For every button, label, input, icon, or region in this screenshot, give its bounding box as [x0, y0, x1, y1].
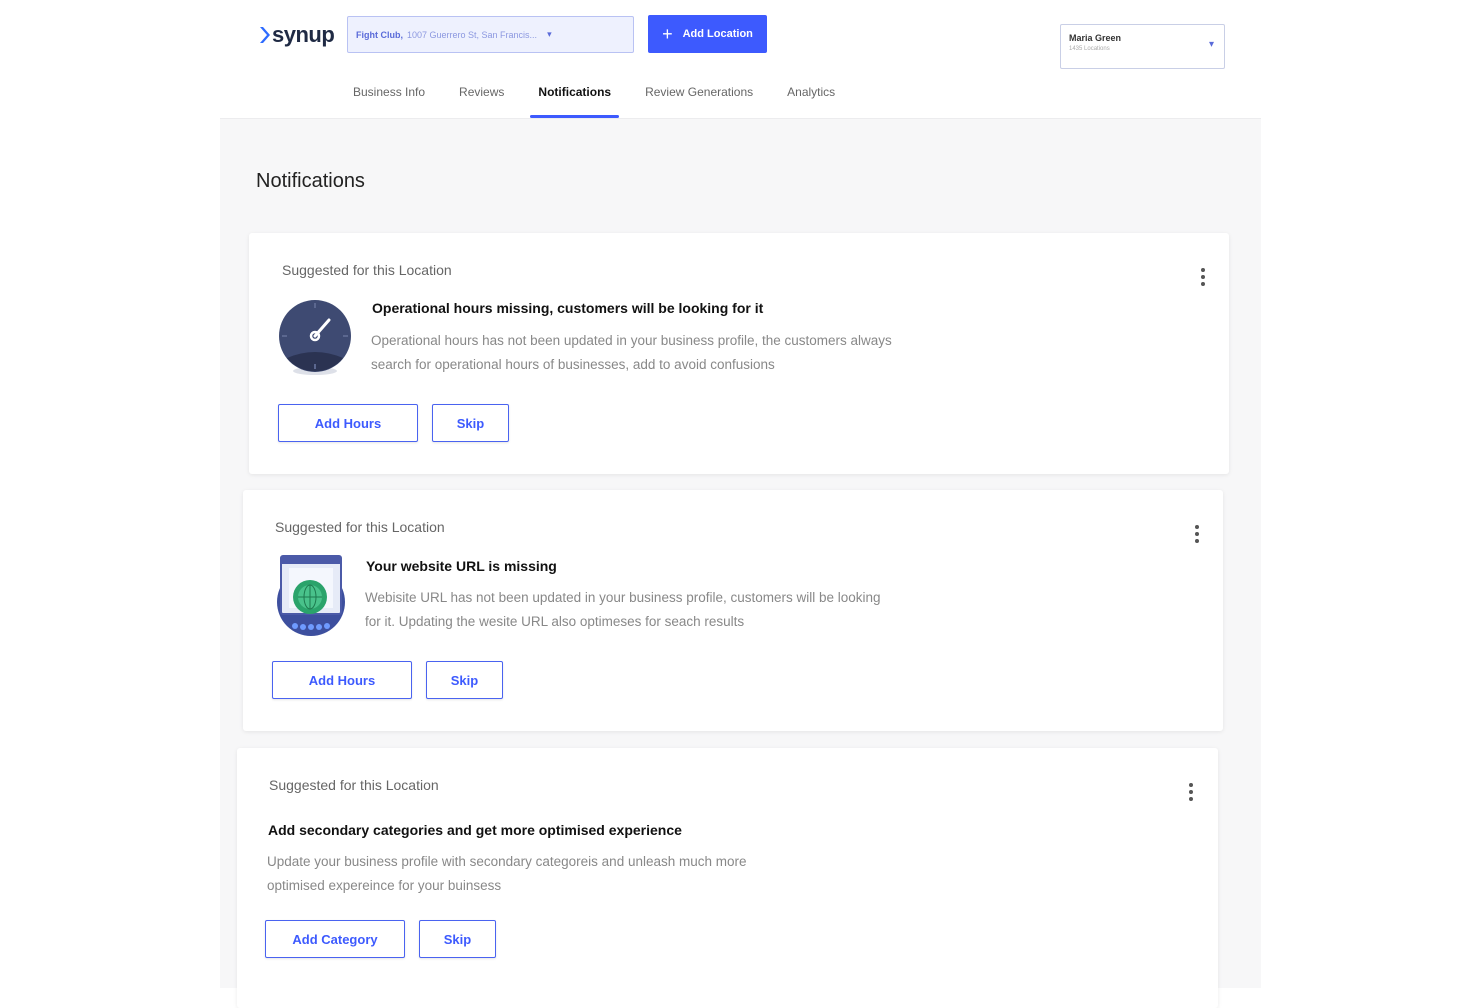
card-description-line-1: Update your business profile with second…: [267, 854, 747, 869]
card-label: Suggested for this Location: [269, 777, 439, 793]
card-label: Suggested for this Location: [275, 519, 445, 535]
chevron-down-icon: ▾: [547, 29, 552, 39]
tab-notifications[interactable]: Notifications: [521, 80, 628, 118]
add-location-label: Add Location: [682, 28, 753, 40]
user-menu[interactable]: Maria Green 1435 Locations ▾: [1060, 24, 1225, 69]
add-hours-button[interactable]: Add Hours: [272, 661, 412, 699]
synup-logo-mark-icon: [258, 24, 270, 46]
location-selector[interactable]: Fight Club, 1007 Guerrero St, San Franci…: [347, 16, 634, 53]
synup-logo[interactable]: synup: [258, 20, 335, 50]
more-options-icon[interactable]: [1188, 783, 1194, 801]
notification-card: Suggested for this Location Your website…: [243, 490, 1223, 731]
skip-button[interactable]: Skip: [426, 661, 503, 699]
plus-icon: +: [662, 24, 673, 44]
tab-analytics[interactable]: Analytics: [770, 80, 852, 118]
card-title: Add secondary categories and get more op…: [268, 822, 682, 838]
tab-business-info[interactable]: Business Info: [336, 80, 442, 118]
card-label: Suggested for this Location: [282, 262, 452, 278]
card-title: Operational hours missing, customers wil…: [372, 300, 764, 316]
nav-tabs: Business Info Reviews Notifications Revi…: [336, 80, 852, 118]
card-description-line-1: Operational hours has not been updated i…: [371, 333, 892, 348]
website-globe-icon: [275, 554, 347, 643]
location-name: Fight Club,: [356, 29, 403, 40]
more-options-icon[interactable]: [1200, 268, 1206, 286]
user-name: Maria Green: [1069, 33, 1122, 43]
skip-button[interactable]: Skip: [432, 404, 509, 442]
notification-card: Suggested for this Location Operational …: [249, 233, 1229, 474]
logo-text: synup: [272, 22, 335, 47]
tab-review-generations[interactable]: Review Generations: [628, 80, 770, 118]
card-description-line-2: for it. Updating the wesite URL also opt…: [365, 614, 745, 629]
card-description-line-2: optimised expereince for your buinsess: [267, 878, 502, 893]
card-description-line-2: search for operational hours of business…: [371, 357, 775, 372]
user-subtitle: 1435 Locations: [1069, 46, 1110, 52]
notification-card: Suggested for this Location Add secondar…: [237, 748, 1218, 1008]
add-location-button[interactable]: + Add Location: [648, 15, 767, 53]
more-options-icon[interactable]: [1194, 525, 1200, 543]
add-hours-button[interactable]: Add Hours: [278, 404, 418, 442]
skip-button[interactable]: Skip: [419, 920, 496, 958]
tab-reviews[interactable]: Reviews: [442, 80, 521, 118]
add-category-button[interactable]: Add Category: [265, 920, 405, 958]
card-description-line-1: Webisite URL has not been updated in you…: [365, 590, 881, 605]
clock-icon: [277, 296, 353, 381]
chevron-down-icon: ▾: [1208, 39, 1214, 50]
location-address: 1007 Guerrero St, San Francis...: [407, 29, 538, 40]
page-title: Notifications: [256, 170, 365, 192]
card-title: Your website URL is missing: [366, 558, 557, 574]
